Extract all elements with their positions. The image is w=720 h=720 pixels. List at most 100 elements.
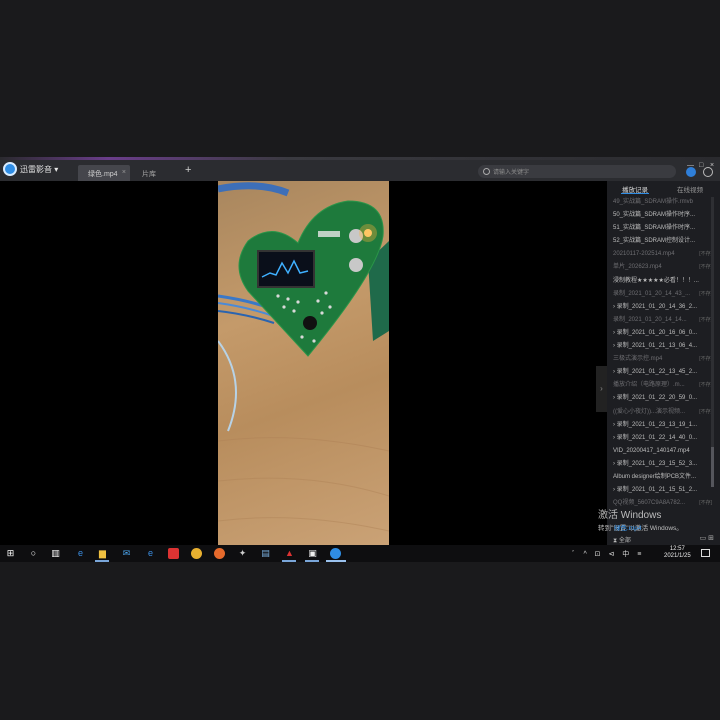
playlist-item-label: VID_20200417_140147.mp4 xyxy=(613,447,690,454)
maximize-button[interactable]: □ xyxy=(699,162,703,169)
playlist-scroll-thumb[interactable] xyxy=(711,447,714,487)
playlist-item-label: 三极式演示控.mp4 xyxy=(613,356,663,363)
playlist-item-label: › 录制_2021_01_21_13_06_4... xyxy=(613,343,698,350)
playlist-toggle-chevron-icon[interactable]: › xyxy=(596,366,607,412)
playlist-item[interactable]: › 录制_2021_01_22_14_40_0... xyxy=(607,432,720,445)
windows-start-icon[interactable]: ⊞ xyxy=(5,548,16,559)
playlist-scrollbar[interactable] xyxy=(711,197,714,487)
playlist-tabs: 播放记录 在线视频 xyxy=(607,181,720,195)
filter-all-button[interactable]: ⧗ 全部 xyxy=(613,535,631,545)
playlist-item[interactable]: › 录制_2021_01_21_15_51_2... xyxy=(607,484,720,497)
playlist-item-label: 52_实战篇_SDRAM控制设计... xyxy=(613,238,696,245)
xunlei-player-icon[interactable] xyxy=(330,548,341,559)
red-app-icon[interactable] xyxy=(168,548,179,559)
mail-icon[interactable]: ✉ xyxy=(121,548,132,559)
playlist-item[interactable]: 三极式演示控.mp4 [不存] xyxy=(607,353,720,366)
close-window-button[interactable]: × xyxy=(710,162,714,169)
playlist-item[interactable]: › 录制_2021_01_22_13_45_2... xyxy=(607,366,720,379)
player-window: 迅雷影音 ▾ 绿色.mp4 × 片库 + 请输入关键字 — □ × › 播放记录… xyxy=(0,157,720,545)
playlist-item-label: 录制_2021_01_20_14_43_... xyxy=(613,290,691,297)
playlist-item[interactable]: › 录制_2021_01_23_13_19_1... xyxy=(607,419,720,432)
recorder-app-icon[interactable]: ▲ xyxy=(284,548,295,559)
active-tab-indicator xyxy=(621,193,649,194)
playlist-item[interactable]: VID_20200417_140147.mp4 xyxy=(607,445,720,458)
active-app-indicator xyxy=(326,560,346,562)
playlist-item[interactable]: ((爱心小夜灯))...演示视频... [不存] xyxy=(607,406,720,419)
watermark-title: 激活 Windows xyxy=(598,510,662,521)
playlist-item[interactable]: 20210117-202514.mp4 [不存] xyxy=(607,248,720,261)
playlist-item[interactable]: 录制_2021_01_20_14_14... [不存] xyxy=(607,314,720,327)
add-tab-button[interactable]: + xyxy=(185,164,191,176)
app-menu[interactable]: 迅雷影音 ▾ xyxy=(20,164,58,175)
playlist-item[interactable]: 52_实战篇_SDRAM控制设计... xyxy=(607,235,720,248)
playlist-item-label: 录制_2021_01_20_14_14... xyxy=(613,316,687,323)
playlist-item[interactable]: 浸制教程★★★★★必看！！！... xyxy=(607,275,720,288)
playlist-footer: ⧗ 全部 ▭ ⊞ xyxy=(607,532,720,545)
playlist-item-label: › 录制_2021_01_22_14_40_0... xyxy=(613,434,698,441)
app-name: 迅雷影音 xyxy=(20,165,52,174)
taskbar: ⊞ ○ ▥ e ▆ ✉ e ✦ ▤ ▲ ▣ ﾞ ^ ⊡ ⊲ 中 ≡ 12:57 … xyxy=(0,545,720,562)
tab-label: 绿色.mp4 xyxy=(88,171,118,178)
app-logo-icon[interactable] xyxy=(3,162,17,176)
playlist-item[interactable]: › 录制_2021_01_23_15_52_3... xyxy=(607,458,720,471)
now-playing-item[interactable]: 绿色.mp4 xyxy=(614,522,641,532)
playlist-item-label: › 录制_2021_01_22_13_45_2... xyxy=(613,369,698,376)
firefox-icon[interactable] xyxy=(214,548,225,559)
title-bar: 迅雷影音 ▾ 绿色.mp4 × 片库 + 请输入关键字 — □ × xyxy=(0,160,720,181)
playlist-item-label: 51_实战篇_SDRAM操作时序... xyxy=(613,225,696,232)
playlist-items: 49_实战篇_SDRAM操作.rmvb 50_实战篇_SDRAM操作时序... 51… xyxy=(607,196,720,510)
playlist-item[interactable]: 播放介绍（电路原理）.m... [不存] xyxy=(607,379,720,392)
close-icon[interactable]: × xyxy=(122,169,126,176)
search-input[interactable]: 请输入关键字 xyxy=(493,167,529,176)
chrome-icon[interactable] xyxy=(191,548,202,559)
playlist-item-label: ((爱心小夜灯))...演示视频... xyxy=(613,408,685,415)
playlist-item-label: 20210117-202514.mp4 xyxy=(613,251,675,258)
playlist-item-label: › 录制_2021_01_23_13_19_1... xyxy=(613,421,698,428)
filter-all-label: 全部 xyxy=(618,538,631,544)
playlist-item-label: 单片_202623.mp4 xyxy=(613,264,662,271)
tab-current-video[interactable]: 绿色.mp4 × xyxy=(78,165,130,181)
file-explorer-icon[interactable]: ▆ xyxy=(97,548,108,559)
playlist-item[interactable]: Album designer绘制PCB文件... xyxy=(607,471,720,484)
ie-browser-icon[interactable]: e xyxy=(145,548,156,559)
playlist-item-label: 49_实战篇_SDRAM操作.rmvb xyxy=(613,199,694,205)
window-app-icon[interactable]: ▣ xyxy=(307,548,318,559)
active-app-indicator xyxy=(282,560,296,562)
playlist-action-icons[interactable]: ▭ ⊞ xyxy=(700,534,714,542)
missing-file-badge: [不存] xyxy=(699,500,712,507)
playlist-item[interactable]: 单片_202623.mp4 [不存] xyxy=(607,261,720,274)
playlist-item[interactable]: › 录制_2021_01_20_16_06_0... xyxy=(607,327,720,340)
playlist-item[interactable]: 录制_2021_01_20_14_43_... [不存] xyxy=(607,288,720,301)
playlist-item-label: › 录制_2021_01_20_16_06_0... xyxy=(613,329,698,336)
video-frame[interactable] xyxy=(218,181,389,545)
playlist-item-label: 浸制教程★★★★★必看！！！... xyxy=(613,277,699,284)
playlist-item[interactable]: › 录制_2021_01_21_13_06_4... xyxy=(607,340,720,353)
system-tray[interactable]: ﾞ ^ ⊡ ⊲ 中 ≡ xyxy=(572,549,644,559)
search-circle-icon[interactable]: ○ xyxy=(28,548,39,559)
edge-browser-icon[interactable]: e xyxy=(75,548,86,559)
search-icon xyxy=(483,168,490,175)
playlist-item[interactable]: 51_实战篇_SDRAM操作时序... xyxy=(607,222,720,235)
playlist-item-label: › 录制_2021_01_22_20_59_0... xyxy=(613,395,698,402)
playlist-item-label: › 录制_2021_01_21_15_51_2... xyxy=(613,487,698,494)
tab-online-video[interactable]: 在线视频 xyxy=(677,184,703,194)
app-gear-icon[interactable]: ✦ xyxy=(237,548,248,559)
taskbar-clock[interactable]: 12:57 2021/1/25 xyxy=(664,546,691,560)
video-viewport[interactable]: › xyxy=(0,181,607,545)
task-view-icon[interactable]: ▥ xyxy=(50,548,61,559)
video-content-image xyxy=(218,182,389,532)
search-box[interactable]: 请输入关键字 xyxy=(478,165,676,178)
clock-date: 2021/1/25 xyxy=(664,553,691,559)
screen-frame: 迅雷影音 ▾ 绿色.mp4 × 片库 + 请输入关键字 — □ × › 播放记录… xyxy=(0,0,720,720)
playlist-item[interactable]: › 录制_2021_01_20_14_36_2... xyxy=(607,301,720,314)
playlist-item[interactable]: 50_实战篇_SDRAM操作时序... xyxy=(607,209,720,222)
minimize-button[interactable]: — xyxy=(687,162,694,169)
playlist-item-label: 播放介绍（电路原理）.m... xyxy=(613,382,685,389)
tab-library[interactable]: 片库 xyxy=(132,165,184,181)
playlist-item[interactable]: › 录制_2021_01_22_20_59_0... xyxy=(607,392,720,405)
playlist-item[interactable]: 49_实战篇_SDRAM操作.rmvb xyxy=(607,196,720,209)
playlist-item-label: 50_实战篇_SDRAM操作时序... xyxy=(613,212,696,219)
document-app-icon[interactable]: ▤ xyxy=(260,548,271,559)
active-app-indicator xyxy=(95,560,109,562)
notification-icon[interactable] xyxy=(701,549,710,557)
